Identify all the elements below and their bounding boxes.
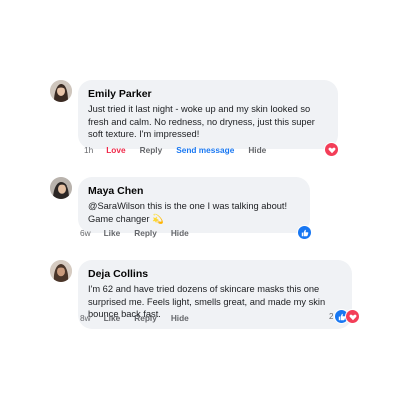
reaction-summary[interactable]: 2 (329, 309, 361, 324)
comment-time[interactable]: 8w (80, 313, 91, 323)
avatar[interactable] (50, 80, 72, 102)
comment-bubble: Maya Chen @SaraWilson this is the one I … (78, 177, 310, 233)
reaction-count: 2 (329, 312, 334, 321)
avatar-photo (50, 80, 72, 102)
comment-author[interactable]: Deja Collins (88, 267, 342, 281)
comment-author[interactable]: Emily Parker (88, 87, 328, 101)
reply-button[interactable]: Reply (134, 228, 157, 238)
like-icon (297, 225, 312, 240)
love-button[interactable]: Love (106, 145, 125, 155)
reply-button[interactable]: Reply (134, 313, 157, 323)
reaction-summary[interactable] (297, 225, 312, 240)
hide-button[interactable]: Hide (171, 313, 189, 323)
reaction-summary[interactable] (324, 142, 339, 157)
avatar[interactable] (50, 177, 72, 199)
comment-bubble: Emily Parker Just tried it last night - … (78, 80, 338, 149)
comment-actions: 1h Love Reply Send message Hide (84, 145, 280, 155)
hide-button[interactable]: Hide (171, 228, 189, 238)
like-button[interactable]: Like (104, 228, 121, 238)
avatar[interactable] (50, 260, 72, 282)
hide-button[interactable]: Hide (248, 145, 266, 155)
avatar-photo (50, 260, 72, 282)
comment-author[interactable]: Maya Chen (88, 184, 300, 198)
comment-actions: 8w Like Reply Hide (80, 313, 203, 323)
comment-actions: 6w Like Reply Hide (80, 228, 203, 238)
avatar-photo (50, 177, 72, 199)
comment-time[interactable]: 1h (84, 145, 93, 155)
like-button[interactable]: Like (104, 313, 121, 323)
heart-icon (345, 309, 361, 324)
send-message-button[interactable]: Send message (176, 145, 234, 155)
heart-icon (324, 142, 339, 157)
comment-text: @SaraWilson this is the one I was talkin… (88, 201, 288, 224)
comment-time[interactable]: 6w (80, 228, 91, 238)
comment-text: Just tried it last night - woke up and m… (88, 104, 315, 139)
reply-button[interactable]: Reply (140, 145, 163, 155)
